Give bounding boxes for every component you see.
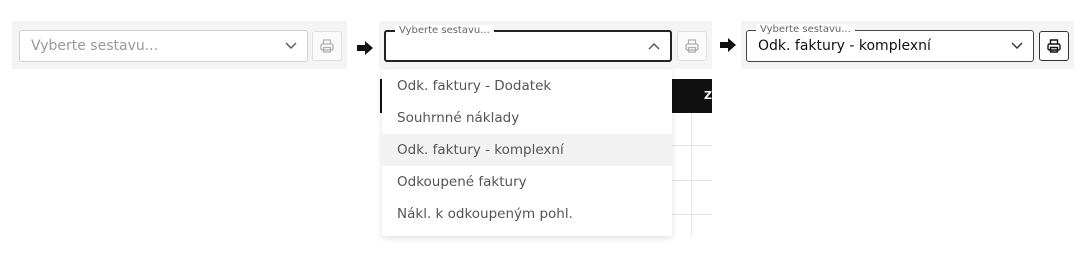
- chevron-up-icon: [648, 43, 660, 50]
- printer-icon: [320, 39, 334, 53]
- dropdown-option[interactable]: Nákl. k odkoupeným pohl.: [382, 198, 672, 230]
- table-row-line: [672, 214, 712, 215]
- select-label: Vyberte sestavu...: [395, 25, 494, 37]
- table-column-line: [691, 113, 692, 235]
- dropdown-option[interactable]: Souhrnné náklady: [382, 102, 672, 134]
- select-value: Odk. faktury - komplexní: [758, 38, 931, 54]
- dropdown-option[interactable]: Odk. faktury - Dodatek: [382, 70, 672, 102]
- print-button[interactable]: [1039, 31, 1069, 61]
- chevron-down-icon: [285, 42, 297, 49]
- dropdown-option-highlighted[interactable]: Odk. faktury - komplexní: [382, 134, 672, 166]
- report-dropdown-list: Odk. faktury - Dodatek Souhrnné náklady …: [382, 70, 672, 236]
- table-row-line: [672, 180, 712, 181]
- print-button-disabled[interactable]: [312, 31, 342, 61]
- report-select-open[interactable]: Vyberte sestavu...: [384, 25, 672, 62]
- report-select-empty[interactable]: Vyberte sestavu...: [19, 30, 308, 62]
- printer-icon: [685, 39, 699, 53]
- dropdown-option[interactable]: Odkoupené faktury: [382, 166, 672, 198]
- report-select-filled[interactable]: Vyberte sestavu... Odk. faktury - komple…: [746, 24, 1034, 62]
- right-arrow-icon: [357, 41, 373, 55]
- chevron-down-icon: [1011, 42, 1023, 49]
- table-header-text: Z: [704, 89, 712, 102]
- select-placeholder: Vyberte sestavu...: [31, 38, 159, 54]
- printer-icon: [1047, 39, 1061, 53]
- right-arrow-icon: [720, 38, 736, 52]
- print-button-disabled[interactable]: [677, 31, 707, 61]
- select-label: Vyberte sestavu...: [756, 24, 855, 36]
- table-row-line: [672, 145, 712, 146]
